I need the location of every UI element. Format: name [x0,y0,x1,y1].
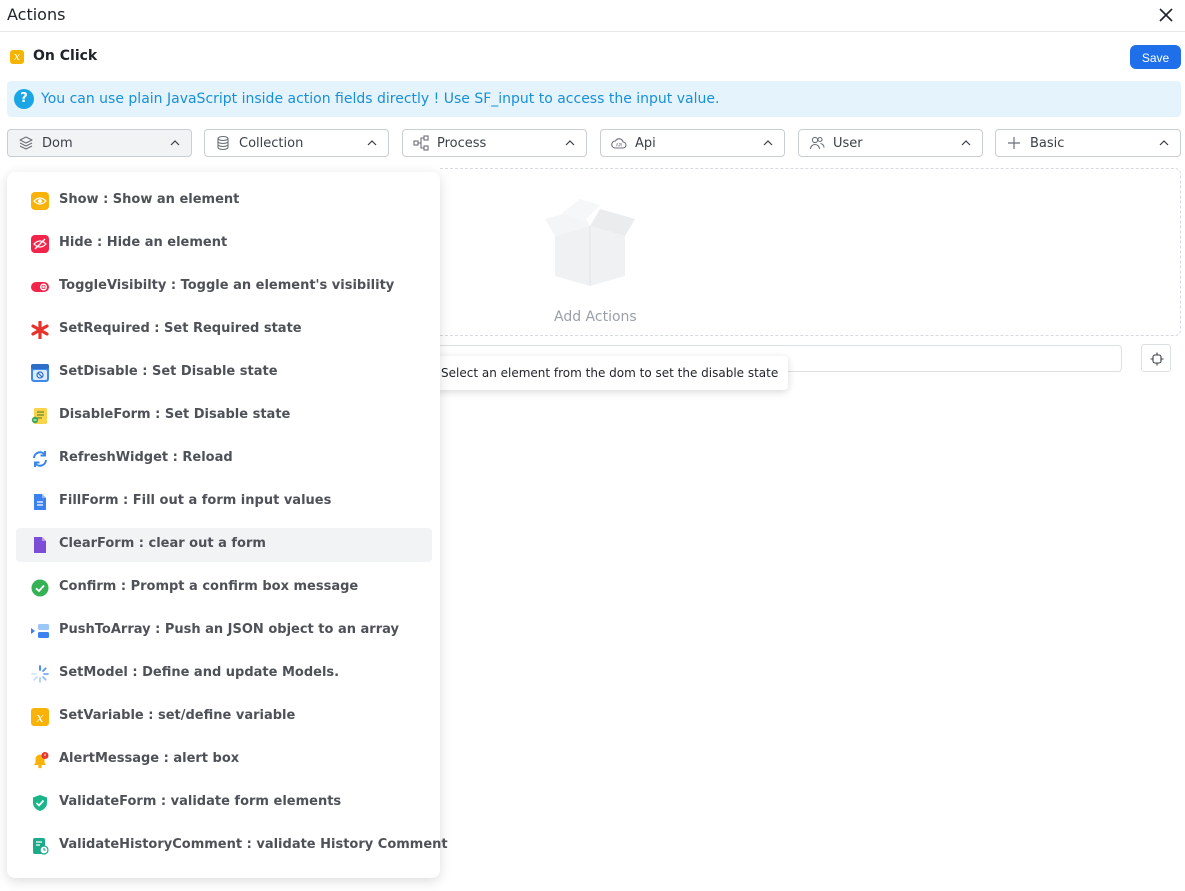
document-icon [34,494,46,510]
action-item-clearform[interactable]: ClearForm : clear out a form [16,528,432,562]
category-basic[interactable]: Basic [995,129,1181,157]
users-icon [809,136,825,150]
form-disable-icon [31,408,47,424]
chevron-up-icon [565,140,575,146]
process-icon [413,135,429,151]
action-label: PushToArray : Push an JSON object to an … [59,622,399,637]
category-label: User [833,136,863,151]
save-button[interactable]: Save [1130,45,1181,69]
svg-text:x: x [36,711,44,726]
action-label: Show : Show an element [59,192,240,207]
action-item-disableform[interactable]: DisableForm : Set Disable state [16,399,432,433]
spinner-icon [31,665,49,683]
variable-badge-icon: x [10,50,24,64]
action-item-refreshwidget[interactable]: RefreshWidget : Reload [16,442,432,476]
category-dom[interactable]: Dom [7,129,192,157]
action-label: AlertMessage : alert box [59,751,240,766]
action-label: SetRequired : Set Required state [59,321,302,336]
dialog-title: Actions [7,5,66,24]
action-item-setmodel[interactable]: SetModel : Define and update Models. [16,657,432,691]
action-label: SetVariable : set/define variable [59,708,296,723]
eye-icon [31,192,49,210]
category-api[interactable]: API Api [600,129,785,157]
eye-off-icon [31,235,49,253]
close-icon[interactable] [1155,4,1177,26]
action-label: ClearForm : clear out a form [59,536,266,551]
question-icon: ? [14,89,34,109]
add-actions-dropzone[interactable]: Add Actions [440,168,1181,336]
variable-icon: x [31,708,49,726]
push-array-icon [31,624,49,638]
database-icon [19,136,33,150]
action-item-setvariable[interactable]: x SetVariable : set/define variable [16,700,432,734]
action-item-show[interactable]: Show : Show an element [16,184,432,218]
action-item-hide[interactable]: Hide : Hide an element [16,227,432,261]
target-icon [1150,352,1164,366]
action-label: SetDisable : Set Disable state [59,364,278,379]
chevron-up-icon [170,140,180,146]
action-label: Hide : Hide an element [59,235,228,250]
event-name: On Click [33,48,98,64]
action-item-pushtoarray[interactable]: PushToArray : Push an JSON object to an … [16,614,432,648]
cloud-api-icon: API [611,138,627,149]
svg-text:API: API [616,143,622,148]
cylinder-icon [217,135,229,151]
event-header: x On Click Save [0,44,1185,72]
check-circle-icon [31,579,49,597]
action-item-togglevisibility[interactable]: ToggleVisibilty : Toggle an element's vi… [16,270,432,304]
chevron-up-icon [763,140,773,146]
category-label: Process [437,136,487,151]
category-label: Dom [42,136,73,151]
chevron-up-icon [367,140,377,146]
disabled-window-icon [31,364,49,382]
asterisk-icon [31,321,49,339]
empty-box-icon [545,199,635,286]
category-label: Collection [239,136,304,151]
element-picker-button[interactable] [1141,344,1171,372]
action-label: FillForm : Fill out a form input values [59,493,332,508]
category-process[interactable]: Process [402,129,587,157]
dom-actions-dropdown: Show : Show an element Hide : Hide an el… [7,172,448,878]
action-label: Confirm : Prompt a confirm box message [59,579,359,594]
refresh-icon [33,451,47,467]
tooltip: Select an element from the dom to set th… [431,356,789,390]
dialog-header: Actions [0,0,1185,32]
action-item-setrequired[interactable]: SetRequired : Set Required state [16,313,432,347]
info-banner: ? You can use plain JavaScript inside ac… [7,81,1181,117]
category-collection[interactable]: Collection [204,129,389,157]
action-label: ValidateForm : validate form elements [59,794,342,809]
category-label: Basic [1030,136,1065,151]
bell-alert-icon [34,752,49,769]
shield-check-icon [33,795,47,811]
info-message: You can use plain JavaScript inside acti… [41,91,720,107]
history-check-icon [33,838,49,855]
action-label: DisableForm : Set Disable state [59,407,291,422]
action-label: SetModel : Define and update Models. [59,665,340,680]
chevron-up-icon [961,140,971,146]
toggle-icon [31,282,49,292]
action-item-validateform[interactable]: ValidateForm : validate form elements [16,786,432,820]
plus-icon [1008,137,1020,149]
action-item-setdisable[interactable]: SetDisable : Set Disable state [16,356,432,390]
action-item-alertmessage[interactable]: AlertMessage : alert box [16,743,432,777]
action-item-confirm[interactable]: Confirm : Prompt a confirm box message [16,571,432,605]
action-label: ToggleVisibilty : Toggle an element's vi… [59,278,395,293]
action-item-fillform[interactable]: FillForm : Fill out a form input values [16,485,432,519]
action-label: RefreshWidget : Reload [59,450,233,465]
action-label: ValidateHistoryComment : validate Histor… [59,837,448,852]
category-user[interactable]: User [798,129,983,157]
chevron-up-icon [1159,140,1169,146]
action-item-validatehistorycomment[interactable]: ValidateHistoryComment : validate Histor… [16,829,448,863]
clear-document-icon [34,537,46,553]
category-label: Api [635,136,656,151]
add-actions-label: Add Actions [554,309,637,325]
